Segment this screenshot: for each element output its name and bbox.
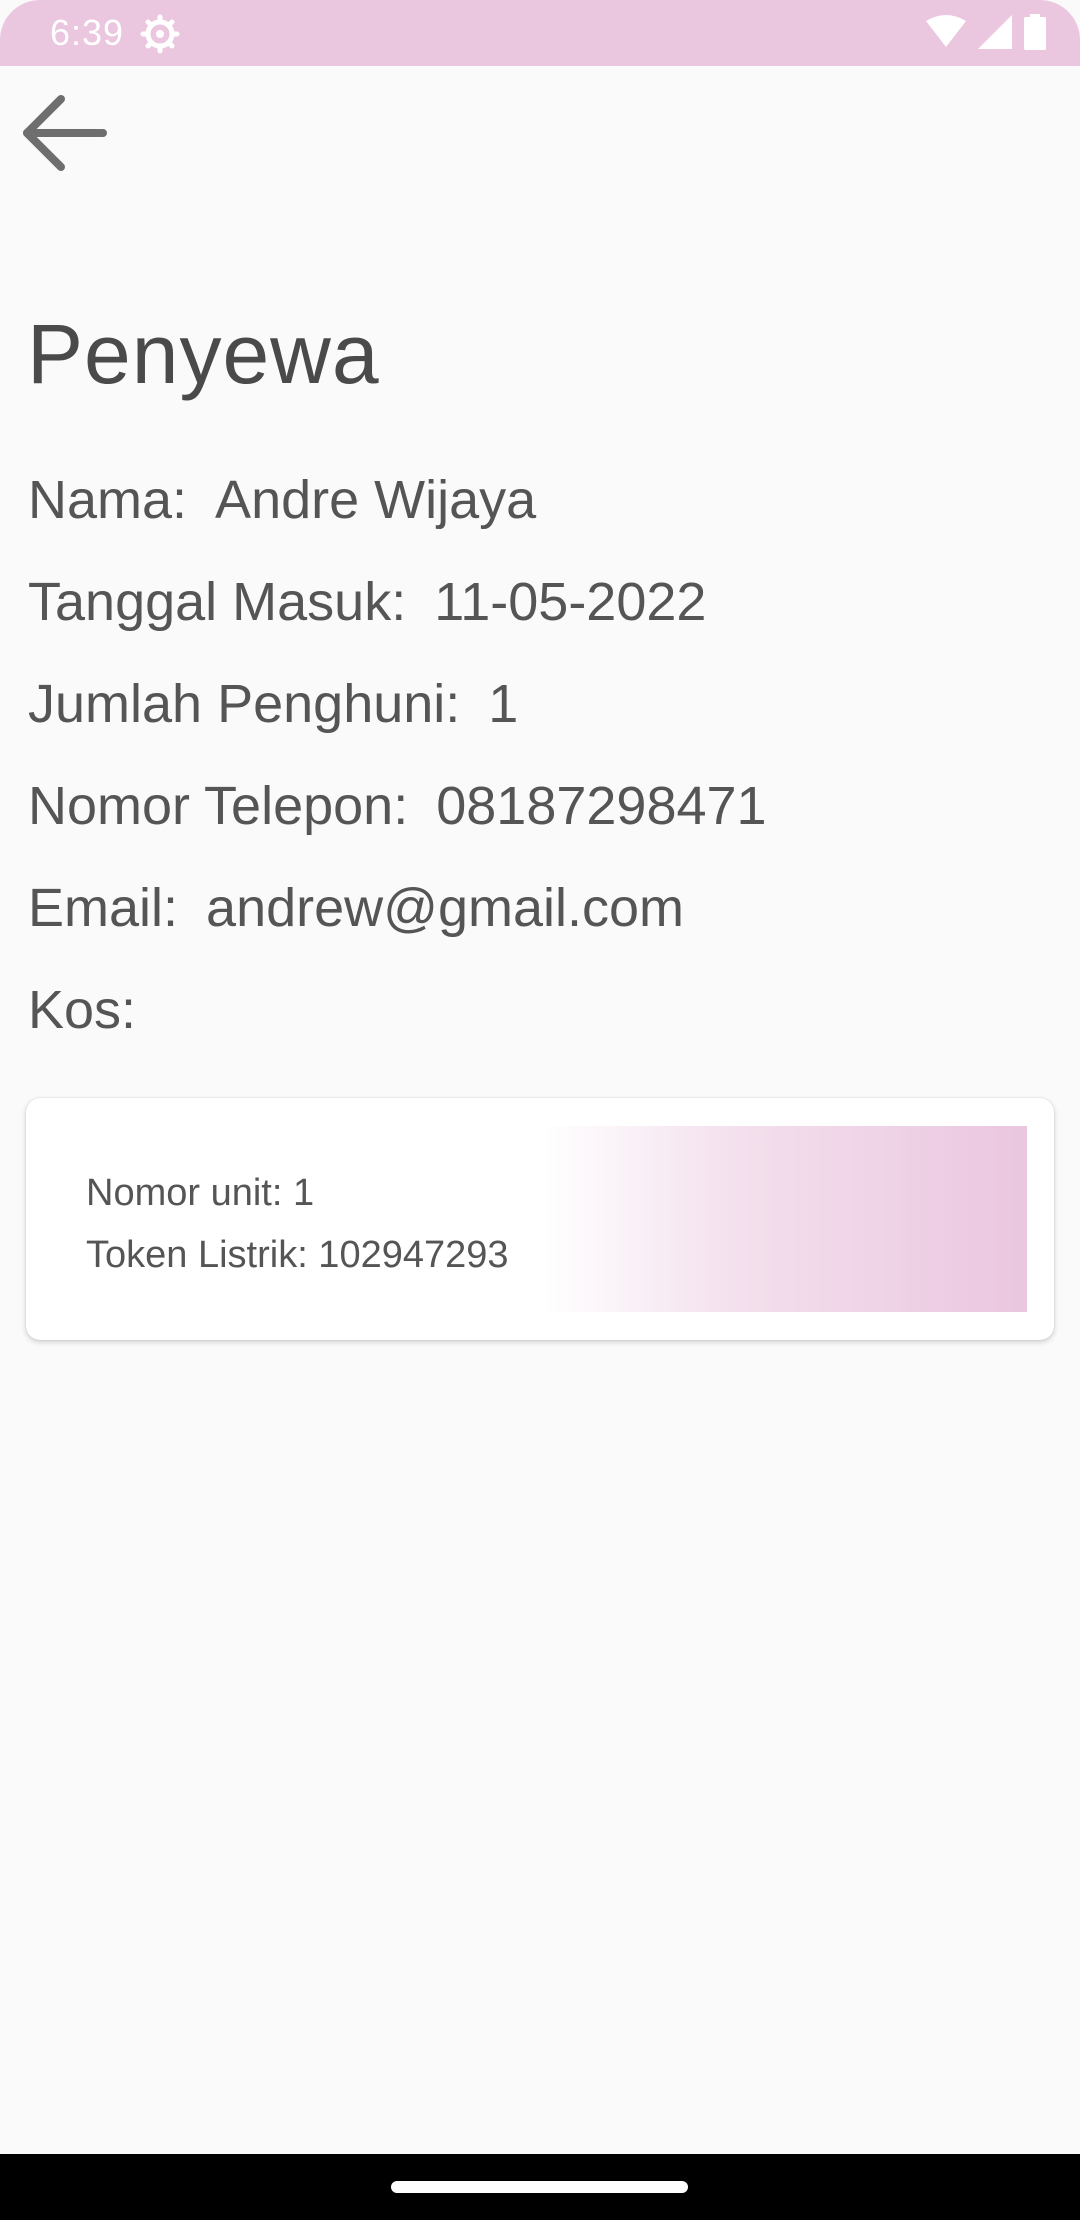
field-tanggal-masuk: Tanggal Masuk: 11-05-2022 [28,570,706,634]
field-nama-label: Nama: [28,470,188,530]
card-gradient-decoration [544,1126,1027,1312]
field-tanggal-masuk-value: 11-05-2022 [434,572,707,632]
field-email-value: andrew@gmail.com [206,878,685,938]
field-nama-value: Andre Wijaya [215,470,537,530]
arrow-back-icon [21,94,107,176]
field-nama: Nama: Andre Wijaya [28,468,536,532]
back-button[interactable] [14,92,114,178]
status-time: 6:39 [50,12,125,53]
home-gesture-handle[interactable] [391,2181,688,2193]
gear-icon [140,14,180,54]
signal-icon [978,14,1012,54]
field-jumlah-penghuni: Jumlah Penghuni: 1 [28,672,518,736]
field-nomor-telepon: Nomor Telepon: 08187298471 [28,774,767,838]
card-token-listrik: Token Listrik: 102947293 [86,1234,509,1276]
field-kos-label: Kos: [28,980,137,1040]
page-title: Penyewa [27,307,380,401]
field-kos: Kos: [28,978,136,1042]
field-jumlah-penghuni-value: 1 [488,674,519,734]
battery-icon [1024,13,1046,55]
field-email-label: Email: [28,878,179,938]
field-email: Email: andrew@gmail.com [28,876,684,940]
field-nomor-telepon-label: Nomor Telepon: [28,776,409,836]
status-bar: 6:39 [0,0,1080,66]
field-nomor-telepon-value: 08187298471 [436,776,767,836]
card-nomor-unit: Nomor unit: 1 [86,1172,315,1214]
wifi-icon [926,14,966,54]
status-icons [926,13,1046,55]
kos-unit-card[interactable]: Nomor unit: 1 Token Listrik: 102947293 [26,1098,1054,1340]
field-jumlah-penghuni-label: Jumlah Penghuni: [28,674,461,734]
field-tanggal-masuk-label: Tanggal Masuk: [28,572,407,632]
